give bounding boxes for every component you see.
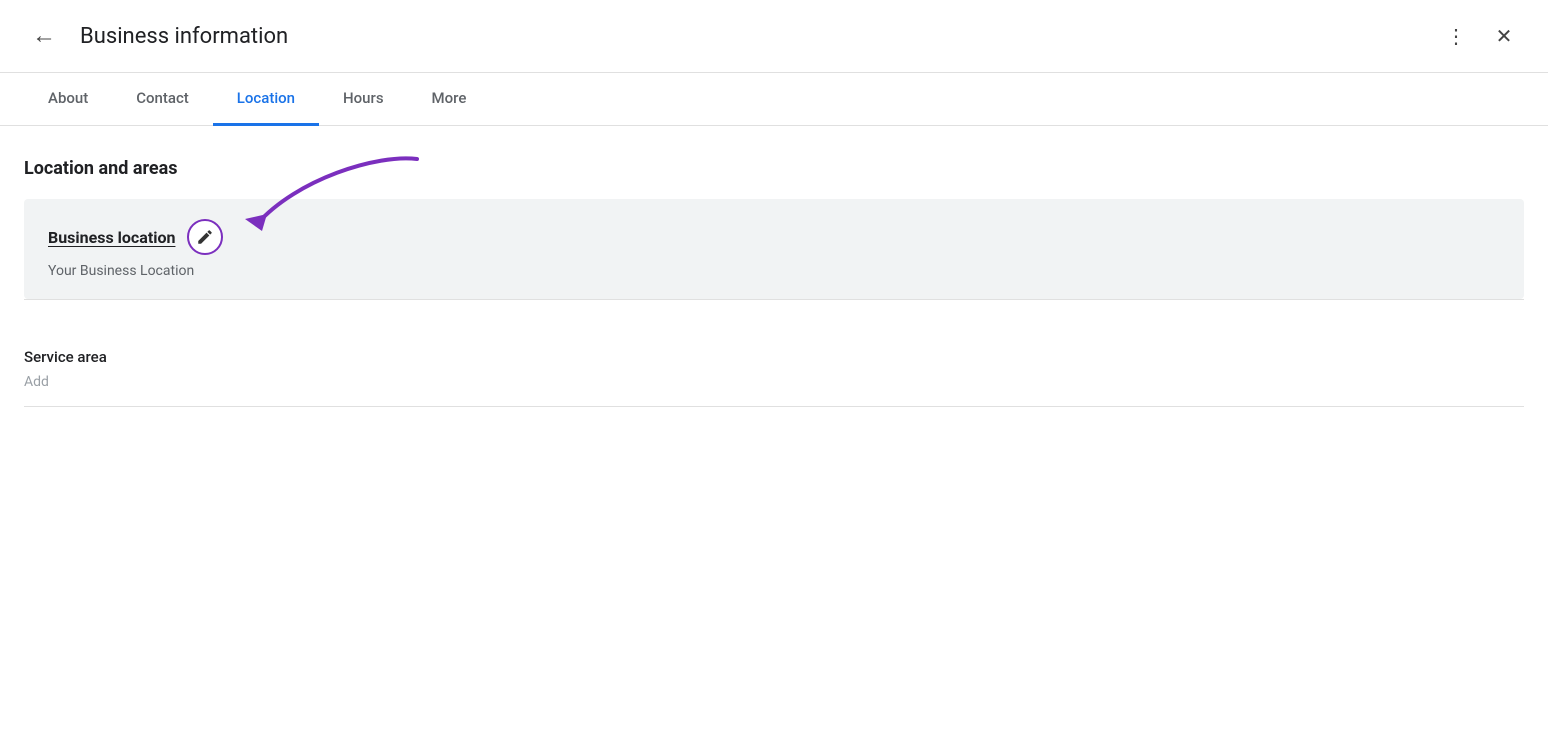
tabs-nav: About Contact Location Hours More bbox=[0, 73, 1548, 126]
header-actions: ⋮ ✕ bbox=[1436, 16, 1524, 56]
service-area-section: Service area Add bbox=[24, 324, 1524, 390]
page-title: Business information bbox=[80, 24, 1436, 49]
bottom-divider bbox=[24, 406, 1524, 407]
tab-contact[interactable]: Contact bbox=[112, 73, 213, 126]
pencil-icon bbox=[196, 228, 214, 246]
more-icon: ⋮ bbox=[1446, 24, 1466, 49]
close-icon: ✕ bbox=[1496, 24, 1513, 49]
service-area-add-button[interactable]: Add bbox=[24, 374, 1524, 390]
business-location-value: Your Business Location bbox=[48, 263, 1500, 279]
business-location-label: Business location bbox=[48, 228, 175, 247]
header: ← Business information ⋮ ✕ bbox=[0, 0, 1548, 73]
section-title: Location and areas bbox=[24, 158, 1524, 179]
service-area-title: Service area bbox=[24, 348, 1524, 366]
tab-about[interactable]: About bbox=[24, 73, 112, 126]
edit-button-container bbox=[187, 219, 223, 255]
close-button[interactable]: ✕ bbox=[1484, 16, 1524, 56]
more-options-button[interactable]: ⋮ bbox=[1436, 16, 1476, 56]
tab-hours[interactable]: Hours bbox=[319, 73, 408, 126]
back-icon: ← bbox=[32, 22, 56, 50]
back-button[interactable]: ← bbox=[24, 16, 64, 56]
edit-business-location-button[interactable] bbox=[187, 219, 223, 255]
tab-more[interactable]: More bbox=[408, 73, 491, 126]
business-location-row: Business location Your Business Location bbox=[24, 199, 1524, 299]
main-content: Location and areas Business location bbox=[0, 126, 1548, 439]
section-divider bbox=[24, 299, 1524, 300]
business-location-header: Business location bbox=[48, 219, 1500, 255]
tab-location[interactable]: Location bbox=[213, 73, 319, 126]
